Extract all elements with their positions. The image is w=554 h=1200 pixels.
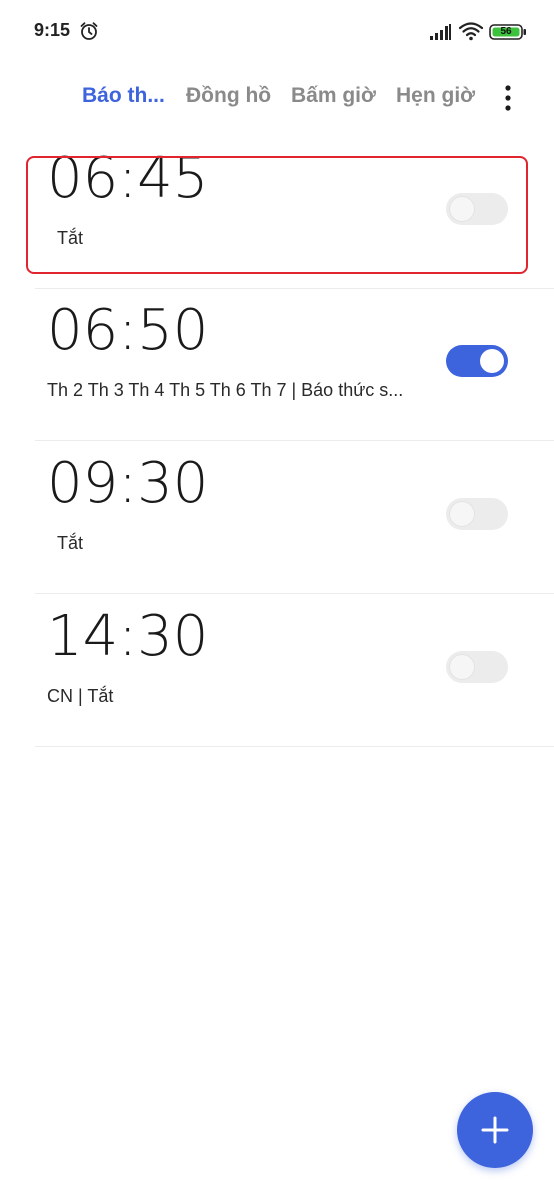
plus-icon xyxy=(481,1116,509,1144)
alarm-clock-icon xyxy=(80,22,98,40)
cellular-signal-icon xyxy=(430,24,451,40)
alarm-toggle[interactable] xyxy=(446,498,508,530)
alarm-subtitle: Tắt xyxy=(57,533,84,553)
alarm-item[interactable]: 06:50 Th 2 Th 3 Th 4 Th 5 Th 6 Th 7 | Bá… xyxy=(35,288,554,441)
toggle-knob xyxy=(450,655,474,679)
alarm-time: 09:30 xyxy=(47,451,209,516)
alarm-time: 14:30 xyxy=(47,604,209,669)
alarm-subtitle: CN | Tắt xyxy=(47,686,114,706)
tab-alarm[interactable]: Báo th... xyxy=(82,84,165,108)
alarm-subtitle: Th 2 Th 3 Th 4 Th 5 Th 6 Th 7 | Báo thức… xyxy=(47,380,404,400)
more-vertical-icon[interactable] xyxy=(500,84,516,112)
toggle-knob xyxy=(480,349,504,373)
divider xyxy=(35,746,554,747)
toggle-knob xyxy=(450,502,474,526)
highlight-box xyxy=(26,156,528,274)
tab-clock[interactable]: Đồng hồ xyxy=(186,84,271,108)
alarm-toggle[interactable] xyxy=(446,345,508,377)
alarm-screen: 9:15 56 Báo th... Đồng hồ Bấm giờ Hẹn gi… xyxy=(0,0,554,1200)
alarm-toggle[interactable] xyxy=(446,651,508,683)
status-bar: 9:15 56 xyxy=(0,0,554,64)
wifi-icon xyxy=(459,22,483,41)
battery-level-text: 56 xyxy=(500,26,512,37)
status-time: 9:15 xyxy=(34,20,71,40)
alarm-item[interactable]: 09:30 Tắt xyxy=(35,441,554,594)
tab-stopwatch[interactable]: Bấm giờ xyxy=(291,84,376,108)
alarm-item[interactable]: 14:30 CN | Tắt xyxy=(35,594,554,747)
alarm-time: 06:50 xyxy=(47,298,209,363)
tab-bar: Báo th... Đồng hồ Bấm giờ Hẹn giờ xyxy=(0,80,554,116)
add-alarm-button[interactable] xyxy=(457,1092,533,1168)
tab-timer[interactable]: Hẹn giờ xyxy=(396,84,475,108)
